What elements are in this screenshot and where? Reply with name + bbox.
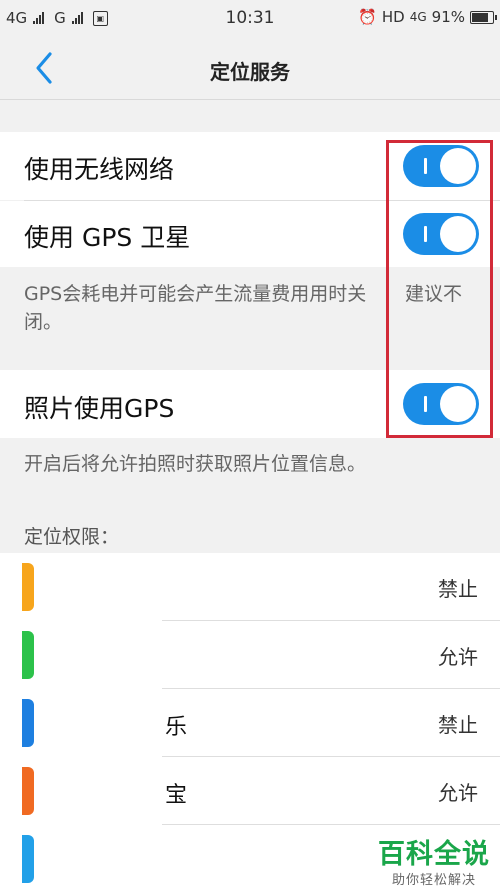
gps-label: 使用 GPS 卫星 (24, 223, 191, 252)
app-name: 宝 (165, 783, 188, 808)
watermark-subtitle: 助你轻松解决 (391, 873, 476, 888)
gps-note: GPS会耗电并可能会产生流量费用用时关闭。 (24, 283, 367, 333)
wireless-label: 使用无线网络 (24, 155, 175, 184)
alarm-icon: ⏰ (358, 8, 377, 26)
nav-divider (0, 99, 500, 100)
permissions-title: 定位权限： (24, 526, 120, 548)
app-permission[interactable]: 允许 (438, 777, 478, 806)
status-bar: 4G G ▣ 10:31 ⏰ HD 4G 91% (0, 0, 500, 36)
app-permission[interactable]: 禁止 (438, 573, 478, 602)
watermark: 百科全说 助你轻松解决 (378, 832, 490, 888)
highlight-box (386, 140, 493, 438)
app-icon (22, 563, 34, 611)
app-icon (22, 767, 34, 815)
watermark-title: 百科全说 (378, 839, 490, 870)
battery-percent: 91% (431, 8, 465, 26)
network-type-3: 4G (409, 10, 427, 24)
app-icon (22, 835, 34, 883)
app-name: 乐 (165, 715, 188, 740)
app-permission[interactable]: 禁止 (438, 709, 478, 738)
status-right: ⏰ HD 4G 91% (358, 8, 497, 26)
battery-icon (470, 10, 497, 24)
app-icon (22, 631, 34, 679)
app-permission[interactable]: 允许 (438, 641, 478, 670)
app-icon (22, 699, 34, 747)
nav-bar: 定位服务 (0, 36, 500, 100)
page-title: 定位服务 (210, 60, 290, 84)
photo-gps-note: 开启后将允许拍照时获取照片位置信息。 (24, 453, 367, 475)
redaction-panel (34, 556, 162, 893)
photo-gps-label: 照片使用GPS (24, 394, 175, 423)
hd-label: HD (381, 8, 405, 26)
